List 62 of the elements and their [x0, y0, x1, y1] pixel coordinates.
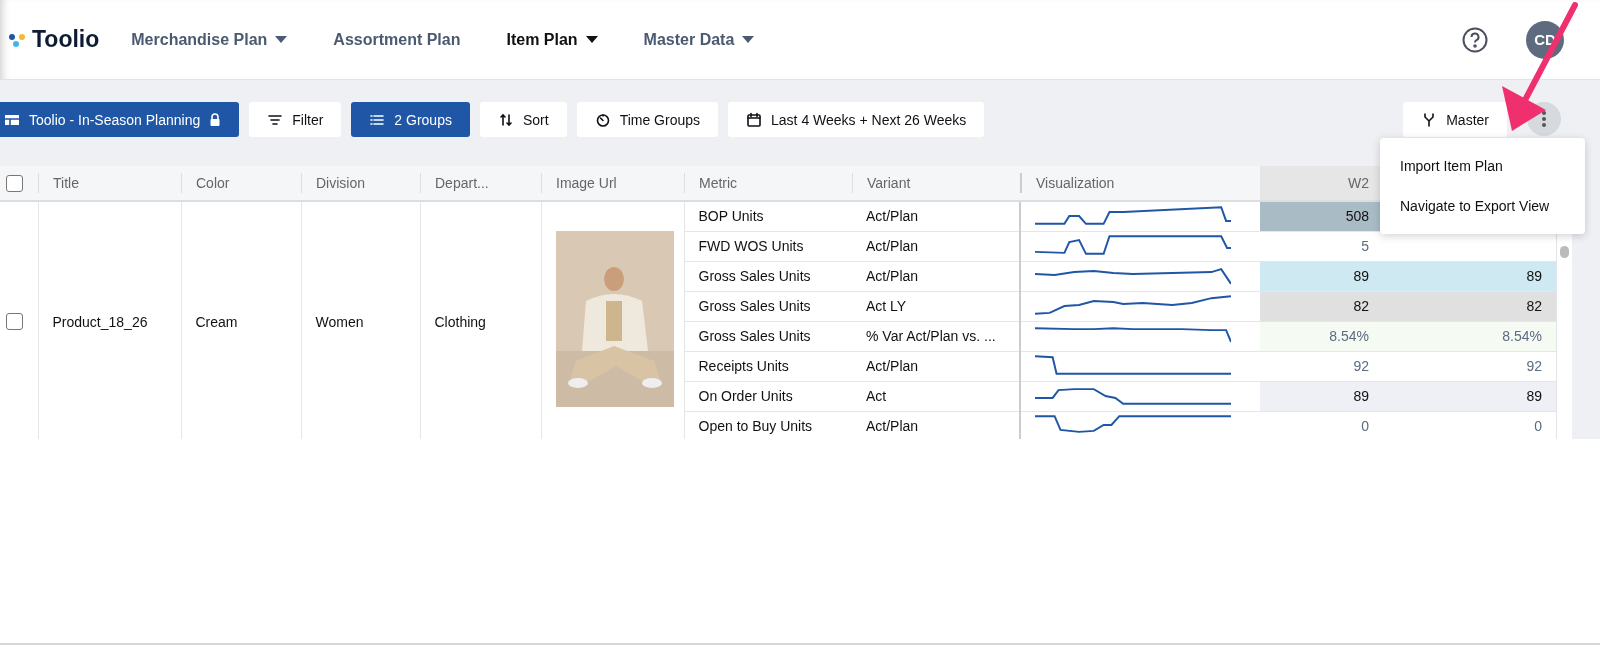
table-cell: Act: [866, 388, 887, 404]
table-cell: Act LY: [866, 298, 907, 314]
column-header[interactable]: W2: [1348, 175, 1369, 191]
table-cell: Clothing: [434, 313, 486, 330]
table-cell: BOP Units: [698, 208, 764, 225]
nav-item[interactable]: Item Plan: [506, 30, 598, 49]
table-cell: Women: [315, 313, 364, 330]
menu-item[interactable]: Navigate to Export View: [1380, 186, 1585, 226]
caret-icon: [585, 36, 598, 43]
nav-item[interactable]: Assortment Plan: [333, 30, 461, 49]
table-cell: 5: [1361, 238, 1369, 254]
logo-icon: [8, 31, 26, 48]
table-cell: 82: [1353, 298, 1369, 314]
nav-item[interactable]: Merchandise Plan: [131, 30, 288, 49]
table-cell: On Order Units: [698, 388, 793, 404]
kebab-icon: [1542, 111, 1546, 127]
table-cell: 89: [1353, 388, 1369, 404]
toolbar-button[interactable]: Filter: [249, 102, 342, 137]
menu-item[interactable]: Import Item Plan: [1380, 146, 1585, 186]
table-cell: Gross Sales Units: [698, 268, 811, 284]
scrollbar-thumb[interactable]: [1560, 246, 1569, 258]
toolbar-button[interactable]: 2 Groups: [351, 102, 470, 137]
table-cell: 0: [1534, 418, 1542, 434]
branch-button[interactable]: Master: [1403, 102, 1507, 137]
table-cell: 89: [1526, 268, 1542, 284]
table-cell: 89: [1353, 268, 1369, 284]
table-cell: Product_18_26: [52, 313, 148, 330]
checkbox[interactable]: [6, 174, 23, 192]
table-cell: Act/Plan: [866, 238, 919, 254]
table-cell: Gross Sales Units: [698, 298, 811, 314]
table-cell: Open to Buy Units: [698, 418, 813, 434]
table-cell: Act/Plan: [866, 358, 919, 374]
lock-icon: [209, 113, 222, 126]
calendar-icon: [746, 111, 763, 128]
timer-icon: [594, 111, 611, 128]
table-cell: 92: [1353, 358, 1369, 374]
sort-icon: [497, 111, 514, 128]
caret-icon: [275, 36, 288, 43]
table-cell: 8.54%: [1329, 328, 1369, 344]
toolbar-button[interactable]: Sort: [479, 102, 567, 137]
table-cell: Act/Plan: [866, 418, 919, 434]
toolbar-button[interactable]: Toolio - In-Season Planning: [0, 102, 240, 137]
table-cell: Receipts Units: [698, 358, 789, 374]
table-cell: Gross Sales Units: [698, 328, 811, 344]
help-icon[interactable]: [1462, 26, 1488, 53]
table-cell: Cream: [195, 313, 238, 330]
table-cell: FWD WOS Units: [698, 238, 804, 254]
table-cell: 82: [1526, 298, 1542, 314]
table-cell: Act/Plan: [866, 208, 919, 225]
table-cell: 0: [1361, 418, 1369, 434]
nav-item[interactable]: Master Data: [643, 30, 755, 49]
table-cell: 508: [1345, 208, 1369, 225]
table-cell: % Var Act/Plan vs. ...: [866, 328, 996, 344]
checkbox[interactable]: [6, 313, 23, 331]
caret-icon: [742, 36, 755, 43]
brand-name: Toolio: [32, 26, 100, 53]
toolbar-button[interactable]: Time Groups: [576, 102, 719, 137]
table-cell: 8.54%: [1502, 328, 1542, 344]
table-cell: Act/Plan: [866, 268, 919, 284]
table-cell: 89: [1526, 388, 1542, 404]
table-cell: 92: [1526, 358, 1542, 374]
toolbar-button[interactable]: Last 4 Weeks + Next 26 Weeks: [728, 102, 985, 137]
